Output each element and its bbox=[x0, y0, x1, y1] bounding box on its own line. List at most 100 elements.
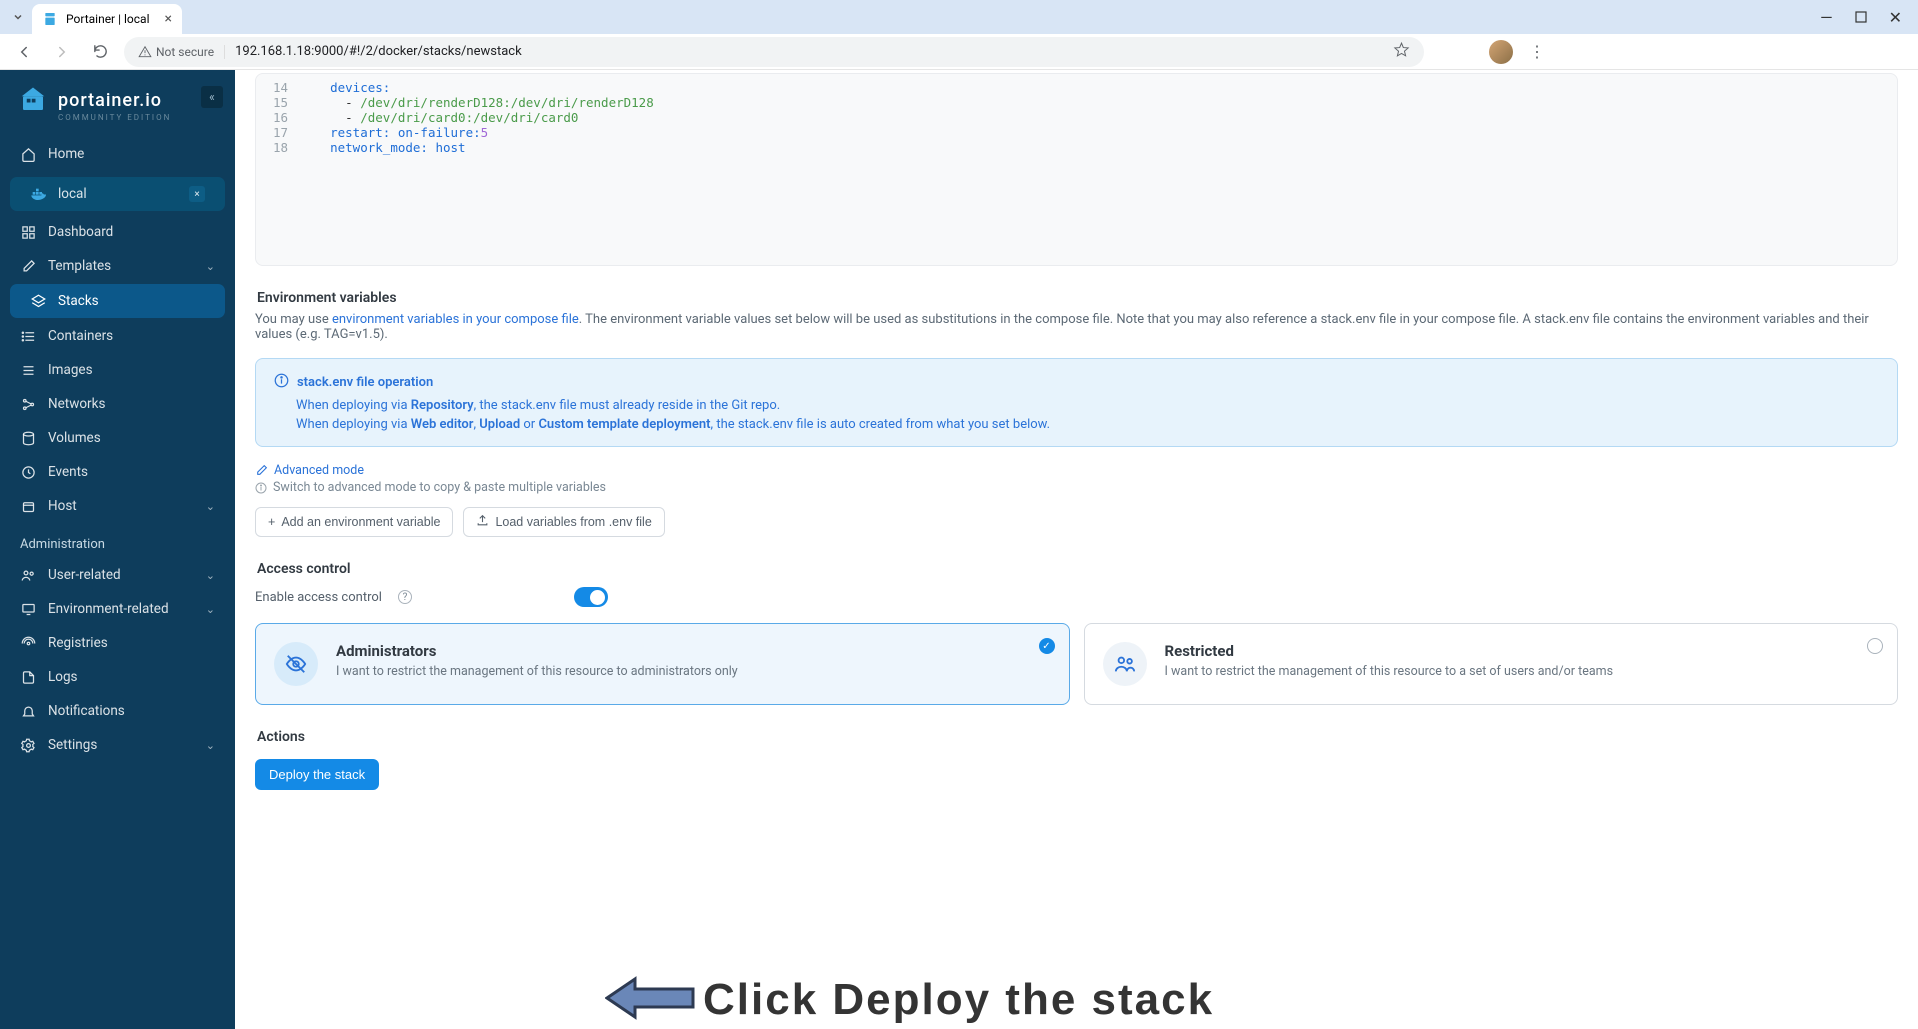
box-icon bbox=[20, 499, 36, 514]
environment-close-icon[interactable]: × bbox=[189, 186, 205, 202]
sidebar-item-label: Stacks bbox=[58, 293, 99, 309]
sidebar-item-volumes[interactable]: Volumes bbox=[0, 421, 235, 455]
annotation-text: Click Deploy the stack bbox=[703, 975, 1214, 1025]
sidebar-item-images[interactable]: Images bbox=[0, 353, 235, 387]
browser-menu-icon[interactable]: ⋮ bbox=[1523, 42, 1550, 61]
tab-favicon-icon bbox=[42, 11, 58, 27]
load-env-file-button[interactable]: Load variables from .env file bbox=[463, 507, 664, 537]
compose-editor[interactable]: 14 devices:15 - /dev/dri/renderD128:/dev… bbox=[256, 74, 1897, 265]
close-icon[interactable]: ✕ bbox=[1889, 8, 1902, 27]
layers-icon bbox=[30, 294, 46, 309]
plus-icon: + bbox=[268, 515, 275, 529]
arrow-left-icon bbox=[605, 971, 695, 1029]
home-icon bbox=[20, 147, 36, 162]
sidebar-item-label: Host bbox=[48, 498, 77, 514]
browser-tab[interactable]: Portainer | local × bbox=[32, 4, 182, 34]
forward-button[interactable] bbox=[48, 38, 76, 66]
sidebar-item-label: Registries bbox=[48, 635, 108, 651]
edit-icon bbox=[255, 464, 268, 477]
clock-icon bbox=[20, 465, 36, 480]
access-restricted-title: Restricted bbox=[1165, 642, 1614, 660]
access-option-restricted[interactable]: Restricted I want to restrict the manage… bbox=[1084, 623, 1899, 705]
code-editor-card: 14 devices:15 - /dev/dri/renderD128:/dev… bbox=[255, 73, 1898, 266]
access-toggle-label: Enable access control bbox=[255, 590, 382, 605]
bell-icon bbox=[20, 704, 36, 719]
chevron-down-icon: ⌄ bbox=[206, 739, 215, 752]
logo-icon bbox=[18, 85, 48, 115]
warning-icon bbox=[138, 45, 152, 59]
sidebar-item-label: Dashboard bbox=[48, 224, 113, 240]
upload-icon bbox=[476, 514, 489, 530]
tab-close-icon[interactable]: × bbox=[165, 11, 172, 27]
access-option-admins[interactable]: Administrators I want to restrict the ma… bbox=[255, 623, 1070, 705]
add-env-var-button[interactable]: + Add an environment variable bbox=[255, 507, 453, 537]
sidebar-admin-user-related[interactable]: User-related⌄ bbox=[0, 558, 235, 592]
tab-title: Portainer | local bbox=[66, 12, 150, 26]
advanced-mode-hint: Switch to advanced mode to copy & paste … bbox=[255, 480, 1898, 495]
sidebar-admin-notifications[interactable]: Notifications bbox=[0, 694, 235, 728]
profile-avatar-icon[interactable] bbox=[1489, 40, 1513, 64]
sidebar-item-label: Settings bbox=[48, 737, 97, 753]
reload-button[interactable] bbox=[86, 38, 114, 66]
sidebar-item-label: Notifications bbox=[48, 703, 125, 719]
sidebar-item-containers[interactable]: Containers bbox=[0, 319, 235, 353]
sidebar-admin-settings[interactable]: Settings ⌄ bbox=[0, 728, 235, 762]
actions-title: Actions bbox=[257, 729, 1896, 745]
sidebar-item-label: Environment-related bbox=[48, 601, 169, 617]
env-vars-doc-link[interactable]: environment variables in your compose fi… bbox=[332, 312, 579, 327]
sidebar-item-label: Events bbox=[48, 464, 88, 480]
address-bar[interactable]: Not secure 192.168.1.18:9000/#!/2/docker… bbox=[124, 37, 1424, 67]
minimize-icon[interactable]: — bbox=[1820, 8, 1833, 27]
maximize-icon[interactable] bbox=[1855, 8, 1867, 27]
sidebar-item-stacks[interactable]: Stacks bbox=[10, 284, 225, 318]
radio-unchecked-icon bbox=[1867, 638, 1883, 654]
not-secure-label: Not secure bbox=[156, 45, 214, 59]
env-vars-desc: You may use environment variables in you… bbox=[255, 312, 1898, 342]
info-icon bbox=[255, 482, 267, 494]
grid-icon bbox=[20, 225, 36, 240]
line-number: 16 bbox=[256, 110, 300, 125]
access-admin-desc: I want to restrict the management of thi… bbox=[336, 664, 738, 679]
eye-off-icon bbox=[274, 642, 318, 686]
chevron-down-icon: ⌄ bbox=[206, 603, 215, 616]
docker-icon bbox=[30, 186, 46, 202]
users-icon bbox=[1103, 642, 1147, 686]
list-icon bbox=[20, 329, 36, 344]
bookmark-icon[interactable] bbox=[1393, 41, 1410, 62]
sidebar-item-label: Networks bbox=[48, 396, 105, 412]
line-number: 18 bbox=[256, 140, 300, 155]
sidebar-environment-selector[interactable]: local × bbox=[10, 177, 225, 211]
sidebar-admin-environment-related[interactable]: Environment-related ⌄ bbox=[0, 592, 235, 626]
sidebar-item-networks[interactable]: Networks bbox=[0, 387, 235, 421]
tab-dropdown-icon[interactable] bbox=[8, 7, 28, 27]
main-content: 14 devices:15 - /dev/dri/renderD128:/dev… bbox=[235, 70, 1918, 1029]
sidebar-item-dashboard[interactable]: Dashboard bbox=[0, 215, 235, 249]
browser-toolbar: Not secure 192.168.1.18:9000/#!/2/docker… bbox=[0, 34, 1918, 70]
sidebar-item-host[interactable]: Host⌄ bbox=[0, 489, 235, 523]
line-number: 14 bbox=[256, 80, 300, 95]
help-icon[interactable]: ? bbox=[398, 590, 412, 604]
access-admin-title: Administrators bbox=[336, 642, 738, 660]
sidebar-item-templates[interactable]: Templates⌄ bbox=[0, 249, 235, 283]
sidebar-item-events[interactable]: Events bbox=[0, 455, 235, 489]
check-icon: ✓ bbox=[1039, 638, 1055, 654]
tutorial-annotation: Click Deploy the stack bbox=[605, 971, 1214, 1029]
database-icon bbox=[20, 431, 36, 446]
stack-env-info-box: stack.env file operation When deploying … bbox=[255, 358, 1898, 447]
sidebar-collapse-button[interactable]: « bbox=[201, 86, 223, 108]
logo[interactable]: portainer.io bbox=[18, 85, 217, 115]
browser-tab-strip: Portainer | local × — ✕ bbox=[0, 0, 1918, 34]
advanced-mode-link[interactable]: Advanced mode bbox=[255, 463, 1898, 478]
sidebar-item-home[interactable]: Home bbox=[0, 137, 235, 171]
access-restricted-desc: I want to restrict the management of thi… bbox=[1165, 664, 1614, 679]
access-control-toggle[interactable] bbox=[574, 587, 608, 607]
environment-label: local bbox=[58, 186, 87, 202]
back-button[interactable] bbox=[10, 38, 38, 66]
sidebar-admin-registries[interactable]: Registries bbox=[0, 626, 235, 660]
env-vars-title: Environment variables bbox=[257, 290, 1896, 306]
line-number: 17 bbox=[256, 125, 300, 140]
info-icon bbox=[274, 373, 289, 392]
deploy-stack-button[interactable]: Deploy the stack bbox=[255, 759, 379, 790]
sidebar-admin-logs[interactable]: Logs bbox=[0, 660, 235, 694]
security-indicator[interactable]: Not secure bbox=[138, 45, 225, 59]
